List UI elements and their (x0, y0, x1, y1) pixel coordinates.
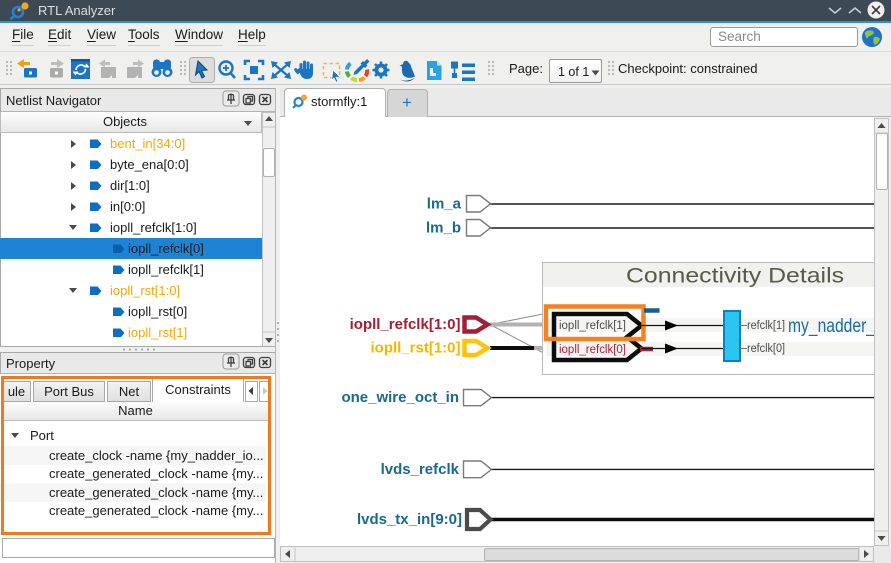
svg-text:iopll_refclk[0]: iopll_refclk[0] (559, 344, 626, 356)
svg-text:iopll_refclk[1:0]: iopll_refclk[1:0] (350, 316, 461, 333)
svg-text:refclk[1]: refclk[1] (747, 320, 785, 332)
svg-text:lm_b: lm_b (426, 220, 461, 237)
svg-text:iopll_rst[1:0]: iopll_rst[1:0] (370, 340, 460, 357)
svg-text:one_wire_oct_in: one_wire_oct_in (341, 389, 459, 406)
svg-text:lm_a: lm_a (427, 196, 462, 213)
svg-text:lvds_refclk: lvds_refclk (381, 461, 460, 478)
svg-text:iopll_refclk[1]: iopll_refclk[1] (559, 320, 626, 332)
svg-text:lvds_tx_in[9:0]: lvds_tx_in[9:0] (357, 511, 462, 528)
svg-text:Connectivity Details: Connectivity Details (626, 265, 844, 288)
svg-text:my_nadder_: my_nadder_ (788, 316, 874, 337)
svg-text:refclk[0]: refclk[0] (747, 343, 785, 355)
